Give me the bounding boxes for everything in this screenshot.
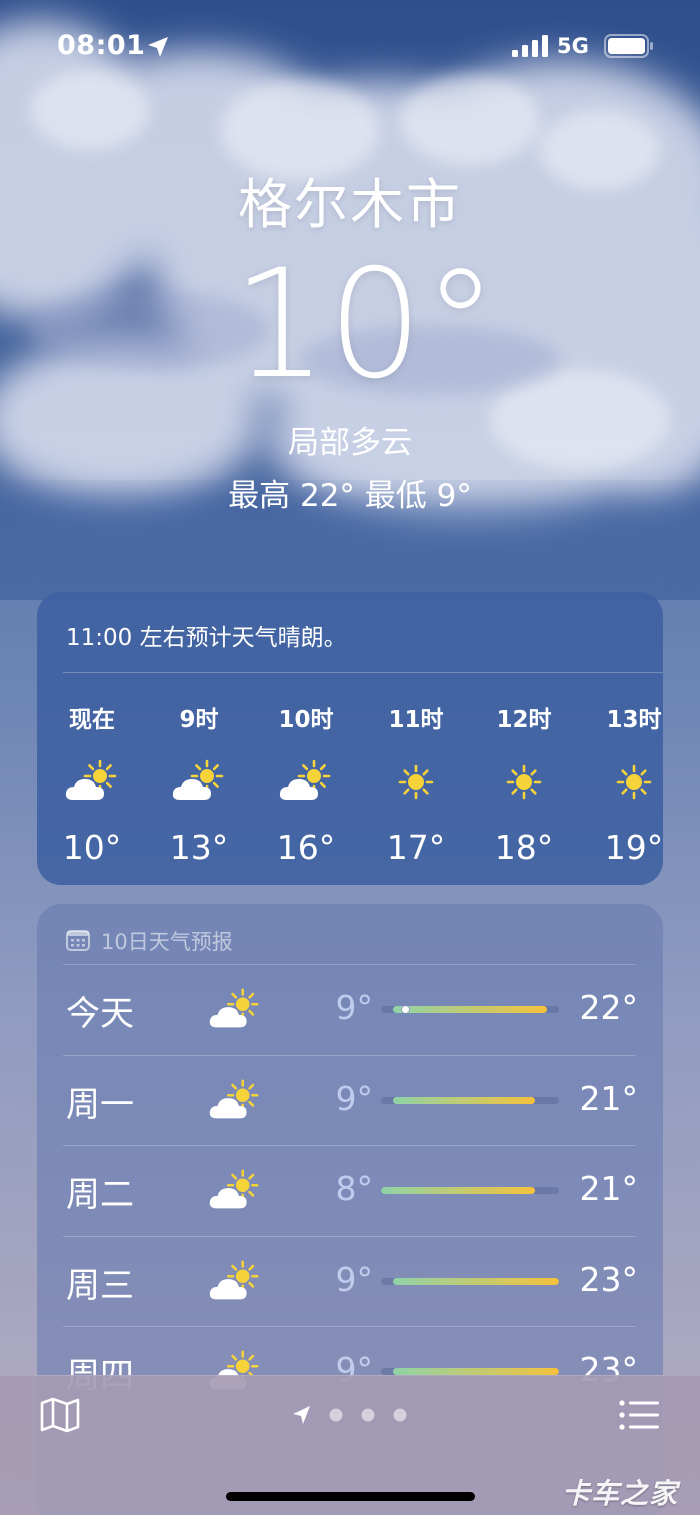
current-temperature: 10° <box>232 238 498 412</box>
temperature-range-bar <box>381 1006 559 1013</box>
day-name: 周一 <box>66 1084 134 1125</box>
hour-label: 现在 <box>69 707 115 733</box>
temperature-range-fill <box>392 1277 559 1285</box>
temperature-range-bar <box>381 1277 559 1285</box>
daily-forecast-title: 10日天气预报 <box>101 930 233 954</box>
hour-label: 9时 <box>179 707 219 733</box>
calendar-icon <box>66 930 90 951</box>
hour-temperature: 19° <box>604 828 664 867</box>
page-dot <box>329 1408 343 1422</box>
row-divider <box>63 1145 636 1146</box>
daily-row[interactable]: 周二 8° 21° <box>63 1145 639 1235</box>
page-indicator[interactable] <box>290 1403 420 1427</box>
row-divider <box>63 1326 636 1327</box>
partly-cloudy-icon <box>65 759 117 800</box>
hour-label: 12时 <box>496 707 552 733</box>
hourly-item: 现在 10° <box>37 700 147 867</box>
current-temp-dot <box>400 1006 410 1013</box>
temperature-range-fill <box>381 1187 536 1194</box>
current-weather-header: 格尔木市 10° 局部多云 最高 22° 最低 9° <box>0 160 700 515</box>
hour-temperature: 16° <box>276 828 336 867</box>
hourly-item: 12时 18° <box>469 700 579 867</box>
hourly-divider <box>63 672 663 673</box>
hour-temperature: 17° <box>386 828 446 867</box>
temperature-range-fill <box>392 1006 548 1013</box>
city-name: 格尔木市 <box>238 173 462 236</box>
partly-cloudy-icon <box>279 759 331 800</box>
row-divider <box>63 964 636 965</box>
partly-cloudy-icon <box>209 1259 259 1299</box>
partly-cloudy-icon <box>209 1169 259 1209</box>
temperature-range-bar <box>381 1368 559 1375</box>
battery-icon <box>604 34 653 58</box>
location-arrow-icon <box>293 1406 310 1424</box>
day-low-temp: 9° <box>335 1259 374 1299</box>
page-dot <box>393 1408 407 1422</box>
row-divider <box>63 1054 636 1056</box>
row-divider <box>63 1235 636 1237</box>
temperature-range-fill <box>392 1096 536 1104</box>
home-indicator[interactable] <box>226 1492 475 1501</box>
day-high-temp: 23° <box>579 1259 639 1299</box>
temperature-range-bar <box>381 1187 559 1194</box>
day-low-temp: 9° <box>335 1078 374 1118</box>
high-low-temperature: 最高 22° 最低 9° <box>228 478 472 514</box>
daily-row[interactable]: 周一 9° 21° <box>63 1054 639 1145</box>
daily-row[interactable]: 周三 9° 23° <box>63 1235 639 1326</box>
status-bar: 08:01 5G <box>0 0 700 95</box>
day-name: 周二 <box>66 1175 134 1215</box>
daily-row[interactable]: 今天 9° 22° <box>63 964 639 1054</box>
temperature-range-fill <box>392 1368 559 1375</box>
day-name: 今天 <box>66 994 134 1034</box>
hourly-item: 9时 13° <box>144 700 254 867</box>
partly-cloudy-icon <box>209 988 259 1028</box>
hour-label: 11时 <box>388 707 444 733</box>
day-low-temp: 8° <box>335 1169 374 1208</box>
location-arrow-icon <box>148 37 168 57</box>
hour-label: 10时 <box>278 707 334 733</box>
cellular-signal-icon <box>512 35 548 57</box>
weather-condition: 局部多云 <box>288 425 412 461</box>
day-high-temp: 21° <box>579 1169 639 1208</box>
hourly-item: 10时 16° <box>251 700 361 867</box>
sun-icon <box>616 764 652 800</box>
hour-label: 13时 <box>606 707 662 733</box>
sun-icon <box>398 764 434 800</box>
temperature-range-bar <box>381 1096 559 1104</box>
day-high-temp: 21° <box>579 1078 639 1118</box>
list-icon[interactable] <box>619 1400 659 1430</box>
partly-cloudy-icon <box>172 759 224 800</box>
page-dot <box>361 1408 375 1422</box>
day-low-temp: 9° <box>335 988 374 1027</box>
network-type: 5G <box>557 34 589 58</box>
day-high-temp: 22° <box>579 988 639 1027</box>
map-icon[interactable] <box>40 1397 80 1433</box>
day-name: 周三 <box>66 1265 134 1306</box>
sun-icon <box>506 764 542 800</box>
watermark-logo: 卡车之家 <box>562 1477 679 1510</box>
status-time: 08:01 <box>57 30 146 61</box>
hour-temperature: 13° <box>169 828 229 867</box>
hour-temperature: 10° <box>62 828 122 867</box>
hour-temperature: 18° <box>494 828 554 867</box>
partly-cloudy-icon <box>209 1078 259 1118</box>
hourly-summary: 11:00 左右预计天气晴朗。 <box>66 625 347 651</box>
hourly-item: 11时 17° <box>361 700 471 867</box>
hourly-item: 13时 19° <box>579 700 689 867</box>
